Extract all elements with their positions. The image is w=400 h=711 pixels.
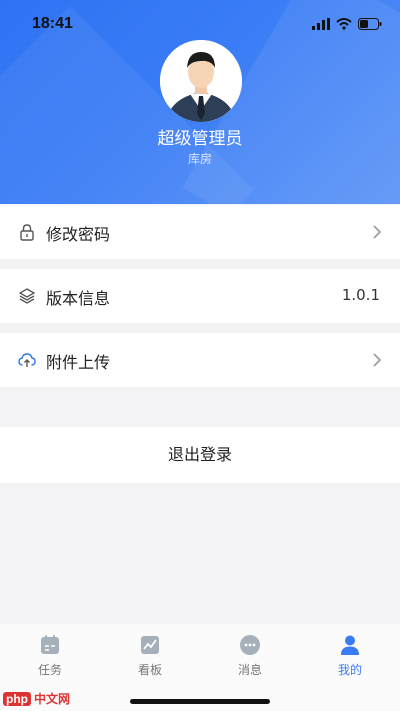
- watermark: php 中文网: [3, 690, 70, 707]
- tab-label: 任务: [37, 663, 62, 677]
- status-time: 18:41: [32, 15, 73, 32]
- signal-icon: [312, 18, 330, 30]
- menu-item-label: 修改密码: [46, 225, 111, 244]
- menu-item-change-password[interactable]: 修改密码: [0, 205, 400, 259]
- tab-tasks[interactable]: 任务: [0, 634, 100, 686]
- home-indicator: [130, 699, 270, 704]
- user-name: 超级管理员: [157, 129, 243, 149]
- tab-label: 我的: [337, 663, 362, 677]
- chevron-right-icon: [373, 353, 382, 367]
- status-icons: [312, 16, 382, 32]
- status-bar: 18:41: [0, 0, 400, 48]
- user-role: 库房: [187, 152, 212, 166]
- wifi-icon: [336, 18, 352, 30]
- tab-messages[interactable]: 消息: [200, 634, 300, 686]
- version-value: 1.0.1: [341, 286, 380, 304]
- chart-icon: [141, 636, 159, 654]
- logout-button[interactable]: 退出登录: [0, 427, 400, 483]
- tab-label: 看板: [137, 663, 162, 677]
- message-icon: [240, 635, 260, 655]
- tab-dashboard[interactable]: 看板: [100, 634, 200, 686]
- menu-item-version-info[interactable]: 版本信息 1.0.1: [0, 269, 400, 323]
- cloud-upload-icon: [18, 353, 36, 367]
- avatar-icon: [160, 40, 242, 122]
- chevron-right-icon: [373, 225, 382, 239]
- avatar[interactable]: [160, 40, 242, 122]
- layers-icon: [18, 288, 36, 304]
- tab-mine[interactable]: 我的: [300, 634, 400, 686]
- task-icon: [41, 635, 59, 654]
- lock-icon: [20, 224, 34, 241]
- watermark-badge: php: [3, 692, 31, 706]
- menu-item-attachment-upload[interactable]: 附件上传: [0, 333, 400, 387]
- menu-item-label: 附件上传: [46, 353, 111, 372]
- user-icon: [341, 635, 359, 655]
- battery-icon: [358, 18, 382, 30]
- watermark-text: 中文网: [34, 692, 71, 706]
- tab-label: 消息: [237, 663, 262, 677]
- menu-item-label: 版本信息: [46, 289, 111, 308]
